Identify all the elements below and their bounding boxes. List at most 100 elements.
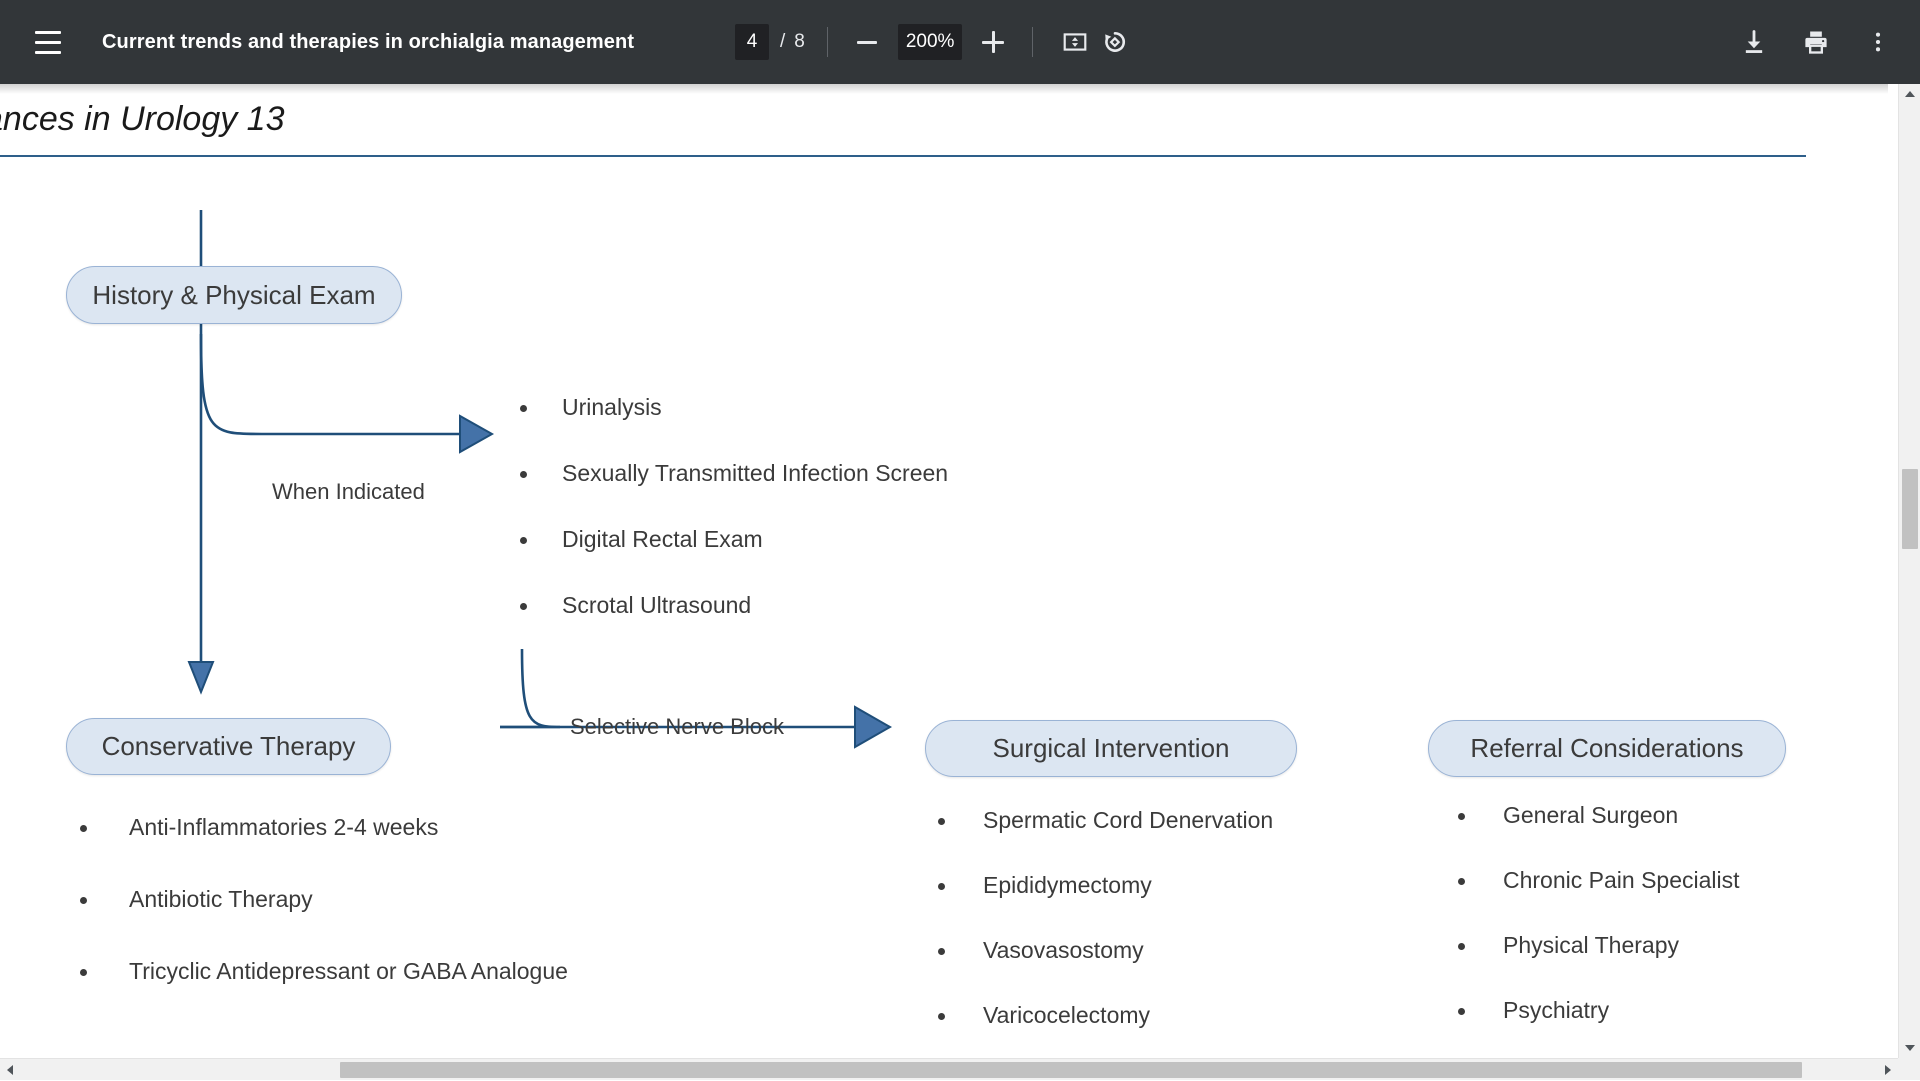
bullet-dot	[80, 969, 87, 976]
download-button[interactable]	[1734, 22, 1774, 62]
list-item-label: Urinalysis	[562, 394, 662, 421]
minus-icon	[857, 41, 877, 44]
referral-bullet-list: General Surgeon Chronic Pain Specialist …	[1458, 802, 1740, 1062]
list-item: Epididymectomy	[938, 872, 1273, 937]
node-referral-considerations[interactable]: Referral Considerations	[1428, 720, 1786, 777]
menu-bar-3	[35, 51, 61, 54]
menu-bar-2	[35, 41, 61, 44]
scroll-up-arrow-icon	[1905, 91, 1915, 97]
arrowhead-when-indicated	[460, 416, 492, 452]
list-item: General Surgeon	[1458, 802, 1740, 867]
vertical-scrollbar-thumb[interactable]	[1902, 469, 1918, 549]
list-item: Chronic Pain Specialist	[1458, 867, 1740, 932]
node-label: Referral Considerations	[1470, 733, 1743, 764]
scroll-left-arrow-icon	[7, 1065, 13, 1075]
plus-icon-vertical	[992, 31, 995, 53]
horizontal-scrollbar[interactable]	[0, 1058, 1898, 1080]
bullet-dot	[1458, 878, 1465, 885]
bullet-dot	[938, 818, 945, 825]
node-surgical-intervention[interactable]: Surgical Intervention	[925, 720, 1297, 777]
toolbar-divider-1	[827, 27, 828, 57]
edge-label-when-indicated: When Indicated	[272, 479, 425, 505]
list-item-label: Vasovasostomy	[983, 937, 1144, 964]
list-item-label: Digital Rectal Exam	[562, 526, 763, 553]
scroll-right-arrow-icon	[1885, 1065, 1891, 1075]
list-item-label: Scrotal Ultrasound	[562, 592, 751, 619]
scrollbar-corner	[1898, 1058, 1920, 1080]
bullet-dot	[1458, 813, 1465, 820]
journal-running-header: ances in Urology 13	[0, 100, 285, 139]
list-item-label: Spermatic Cord Denervation	[983, 807, 1273, 834]
more-options-button[interactable]	[1858, 22, 1898, 62]
zoom-level-display[interactable]: 200%	[898, 24, 963, 60]
surgical-bullet-list: Spermatic Cord Denervation Epididymectom…	[938, 807, 1273, 1080]
list-item-label: Sexually Transmitted Infection Screen	[562, 460, 948, 487]
page-top-shadow	[0, 84, 1888, 94]
header-underline-rule	[0, 155, 1806, 157]
scroll-right-button[interactable]	[1878, 1059, 1898, 1081]
fit-to-page-icon	[1062, 29, 1088, 55]
zoom-in-button[interactable]	[976, 25, 1010, 59]
list-item-label: Tricyclic Antidepressant or GABA Analogu…	[129, 958, 568, 985]
list-item: Scrotal Ultrasound	[520, 592, 948, 658]
more-options-icon	[1865, 29, 1891, 55]
list-item: Tricyclic Antidepressant or GABA Analogu…	[80, 958, 568, 1030]
list-item-label: Psychiatry	[1503, 997, 1609, 1024]
scroll-down-arrow-icon	[1905, 1045, 1915, 1051]
toolbar-right-actions	[1734, 22, 1898, 62]
zoom-out-button[interactable]	[850, 25, 884, 59]
edge-label-selective-nerve-block: Selective Nerve Block	[570, 714, 784, 740]
scroll-up-button[interactable]	[1899, 84, 1920, 104]
menu-bar-1	[35, 31, 61, 34]
pdf-document-viewer[interactable]: ances in Urology 13 History & Physical E…	[0, 84, 1920, 1080]
edge-when-indicated	[201, 334, 460, 434]
arrowhead-history-to-conservative	[189, 662, 213, 692]
list-item: Spermatic Cord Denervation	[938, 807, 1273, 872]
bullet-dot	[938, 948, 945, 955]
node-conservative-therapy[interactable]: Conservative Therapy	[66, 718, 391, 775]
list-item-label: General Surgeon	[1503, 802, 1678, 829]
list-item: Anti-Inflammatories 2-4 weeks	[80, 814, 568, 886]
page-separator: /	[780, 31, 785, 53]
node-history-physical-exam[interactable]: History & Physical Exam	[66, 266, 402, 324]
bullet-dot	[80, 825, 87, 832]
workup-bullet-list: Urinalysis Sexually Transmitted Infectio…	[520, 394, 948, 658]
bullet-dot	[1458, 1008, 1465, 1015]
print-icon	[1802, 28, 1830, 56]
document-title: Current trends and therapies in orchialg…	[102, 31, 634, 54]
list-item: Vasovasostomy	[938, 937, 1273, 1002]
node-label: History & Physical Exam	[92, 280, 375, 311]
scroll-left-button[interactable]	[0, 1059, 20, 1081]
bullet-dot	[1458, 943, 1465, 950]
toolbar-divider-2	[1032, 27, 1033, 57]
page-navigation-group: / 8 200%	[735, 22, 1135, 62]
bullet-dot	[520, 471, 527, 478]
hamburger-menu-icon[interactable]	[24, 18, 72, 66]
list-item: Antibiotic Therapy	[80, 886, 568, 958]
vertical-scrollbar[interactable]	[1898, 84, 1920, 1058]
node-label: Conservative Therapy	[102, 731, 356, 762]
list-item-label: Varicocelectomy	[983, 1002, 1150, 1029]
list-item: Physical Therapy	[1458, 932, 1740, 997]
horizontal-scrollbar-thumb[interactable]	[340, 1062, 1802, 1078]
bullet-dot	[520, 537, 527, 544]
current-page-input[interactable]	[735, 24, 769, 60]
rotate-counterclockwise-icon	[1102, 29, 1128, 55]
print-button[interactable]	[1796, 22, 1836, 62]
download-icon	[1740, 28, 1768, 56]
list-item: Urinalysis	[520, 394, 948, 460]
list-item-label: Antibiotic Therapy	[129, 886, 313, 913]
total-pages-label: 8	[794, 31, 805, 53]
list-item-label: Anti-Inflammatories 2-4 weeks	[129, 814, 438, 841]
bullet-dot	[938, 1013, 945, 1020]
scroll-down-button[interactable]	[1899, 1038, 1920, 1058]
rotate-button[interactable]	[1095, 22, 1135, 62]
edge-selective-nerve-block-curve	[500, 649, 560, 727]
pdf-viewer-toolbar: Current trends and therapies in orchialg…	[0, 0, 1920, 84]
conservative-bullet-list: Anti-Inflammatories 2-4 weeks Antibiotic…	[80, 814, 568, 1030]
bullet-dot	[80, 897, 87, 904]
fit-to-page-button[interactable]	[1055, 22, 1095, 62]
bullet-dot	[520, 603, 527, 610]
list-item: Sexually Transmitted Infection Screen	[520, 460, 948, 526]
node-label: Surgical Intervention	[992, 733, 1229, 764]
